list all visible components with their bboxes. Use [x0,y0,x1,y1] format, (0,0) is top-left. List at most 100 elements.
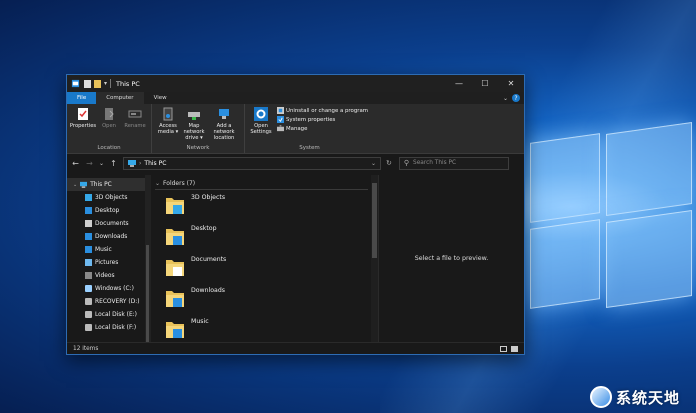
back-button[interactable]: ← [71,159,80,168]
folder-icon [166,229,184,245]
nav-item-icon [85,259,92,266]
sidebar-item[interactable]: 3D Objects [67,191,150,204]
system-properties-icon [277,116,284,123]
up-button[interactable]: ↑ [109,159,118,168]
title-bar: ▾ This PC — ☐ ✕ [67,75,524,92]
main-body: ⌄ This PC 3D Objects Desktop Documents Down… [67,175,524,345]
folder-icon [166,322,184,338]
ribbon-group-system: Open Settings Uninstall or change a prog… [245,104,374,153]
ribbon: Properties Open Rename Location Access m… [67,104,524,154]
sidebar-item[interactable]: Downloads [67,230,150,243]
watermark-logo [590,386,612,408]
forward-button[interactable]: → [85,159,94,168]
access-media-icon [163,107,173,121]
maximize-button[interactable]: ☐ [472,75,498,92]
nav-item-icon [85,272,92,279]
folder-icon [166,260,184,276]
content-scrollbar[interactable] [371,175,378,342]
refresh-button[interactable]: ↻ [386,159,392,167]
breadcrumb[interactable]: This PC [144,160,166,167]
sidebar-item[interactable]: Music [67,243,150,256]
navigation-pane: ⌄ This PC 3D Objects Desktop Documents Down… [67,175,150,345]
sidebar-item[interactable]: Local Disk (E:) [67,308,150,321]
watermark: 系统天地 [590,384,696,410]
quick-access-toolbar: ▾ [84,79,107,88]
chevron-down-icon[interactable]: ⌄ [371,160,376,167]
folder-item[interactable]: 3D Objects [165,194,225,216]
nav-item-icon [85,285,92,292]
nav-item-icon [85,194,92,201]
tab-view[interactable]: View [144,92,177,104]
sidebar-item[interactable]: RECOVERY (D:) [67,295,150,308]
folder-item[interactable]: Documents [165,256,226,278]
group-label-network: Network [186,145,210,151]
folders-group-header[interactable]: ⌄ Folders (7) [155,178,368,190]
chevron-down-icon[interactable]: ⌄ [73,182,77,188]
details-view-icon[interactable] [500,345,507,352]
this-pc-icon [128,159,136,167]
chevron-down-icon[interactable]: ▾ [104,80,107,87]
large-icons-view-icon[interactable] [511,345,518,352]
map-drive-icon [188,112,200,120]
uninstall-icon [277,107,284,114]
address-row: ← → ⌄ ↑ › This PC ⌄ ↻ ⚲ Search This PC [67,154,524,172]
tab-file[interactable]: File [67,92,97,104]
tab-computer[interactable]: Computer [96,92,144,104]
sidebar-item[interactable]: Pictures [67,256,150,269]
help-icon[interactable]: ? [512,94,520,102]
folder-icon [166,198,184,214]
item-count: 12 items [73,345,99,352]
recent-locations-button[interactable]: ⌄ [99,160,104,167]
folder-item[interactable]: Music [165,318,209,340]
group-label-system: System [299,145,320,151]
sidebar-item[interactable]: Desktop [67,204,150,217]
sidebar-item[interactable]: Documents [67,217,150,230]
nav-item-icon [85,298,92,305]
windows-logo [520,120,696,320]
nav-item-icon [85,246,92,253]
network-location-icon [219,109,229,119]
window-title: This PC [116,79,140,88]
system-properties-button[interactable]: System properties [277,116,368,123]
gear-icon [254,107,268,121]
group-label-location: Location [97,145,121,151]
uninstall-program-button[interactable]: Uninstall or change a program [277,107,368,114]
this-pc-icon [80,181,88,188]
folder-item[interactable]: Desktop [165,225,217,247]
sidebar-item[interactable]: Windows (C:) [67,282,150,295]
preview-message: Select a file to preview. [414,255,489,262]
explorer-icon[interactable] [71,79,80,88]
rename-icon [128,110,142,118]
manage-icon [277,125,284,132]
close-button[interactable]: ✕ [498,75,524,92]
nav-item-icon [85,233,92,240]
new-folder-quick-icon[interactable] [94,79,101,88]
sidebar-item[interactable]: Videos [67,269,150,282]
properties-quick-icon[interactable] [84,79,91,88]
chevron-down-icon[interactable]: ⌄ [503,95,508,102]
nav-item-this-pc[interactable]: ⌄ This PC [67,178,150,191]
open-icon [105,108,114,120]
address-bar[interactable]: › This PC ⌄ [123,156,381,170]
status-bar: 12 items [67,342,524,354]
search-icon: ⚲ [403,159,410,167]
manage-button[interactable]: Manage [277,125,368,132]
breadcrumb-separator: › [139,159,142,167]
nav-item-icon [85,311,92,318]
search-input[interactable]: ⚲ Search This PC [398,156,509,170]
nav-item-icon [85,324,92,331]
properties-icon [78,108,88,120]
folder-icon [166,291,184,307]
sidebar-item[interactable]: Local Disk (F:) [67,321,150,334]
nav-item-icon [85,207,92,214]
ribbon-tabs: File Computer View ⌄ ? [67,92,524,104]
nav-item-icon [85,220,92,227]
ribbon-group-location: Properties Open Rename Location [67,104,152,153]
ribbon-group-network: Access media ▾ Map network drive ▾ Add a… [152,104,245,153]
minimize-button[interactable]: — [446,75,472,92]
watermark-text: 系统天地 [616,388,681,407]
chevron-down-icon[interactable]: ⌄ [155,180,160,187]
file-explorer-window: ▾ This PC — ☐ ✕ File Computer View ⌄ ? P… [66,74,525,355]
file-list: ⌄ Folders (7) 3D Objects Desktop Documents… [150,175,378,342]
folder-item[interactable]: Downloads [165,287,225,309]
